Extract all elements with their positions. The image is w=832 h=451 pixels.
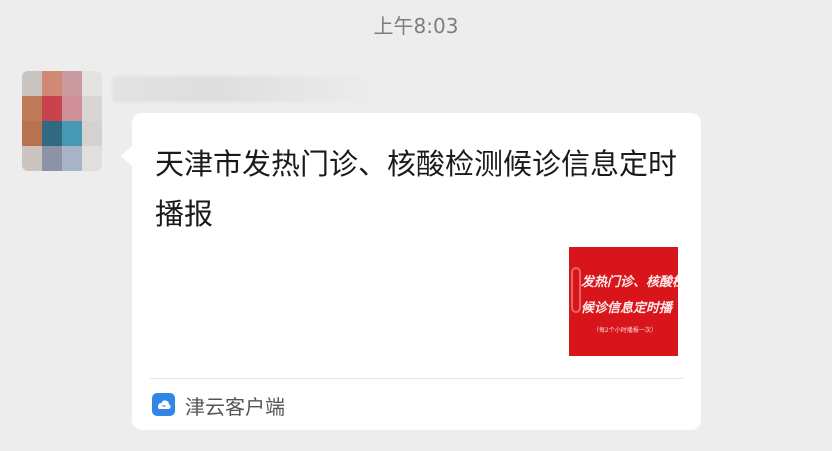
thermometer-icon <box>571 267 581 313</box>
card-divider <box>150 378 683 379</box>
avatar-pixel <box>82 146 102 171</box>
message-timestamp: 上午8:03 <box>373 14 459 38</box>
avatar-pixel <box>62 71 82 96</box>
avatar-pixel <box>22 96 42 121</box>
thumbnail-text-line2: 候诊信息定时播 <box>581 301 673 316</box>
avatar-pixel <box>62 146 82 171</box>
avatar-pixel <box>22 71 42 96</box>
avatar-pixel <box>42 96 62 121</box>
sender-name-blurred <box>112 76 374 102</box>
jinyun-app-icon <box>152 393 175 416</box>
link-card-thumbnail: 发热门诊、核酸检 候诊信息定时播 （每2个小时播报一次） <box>569 247 678 356</box>
avatar-pixel <box>22 146 42 171</box>
avatar-pixel <box>42 146 62 171</box>
avatar-pixel <box>42 71 62 96</box>
thumbnail-text-line1: 发热门诊、核酸检 <box>581 275 678 290</box>
avatar-pixel <box>62 96 82 121</box>
link-card-source-name: 津云客户端 <box>185 395 285 419</box>
link-card-title: 天津市发热门诊、核酸检测候诊信息定时播报 <box>155 147 678 231</box>
avatar-pixel <box>82 71 102 96</box>
avatar-pixel <box>82 96 102 121</box>
sender-avatar[interactable] <box>22 71 102 171</box>
thumbnail-text-line3: （每2个小时播报一次） <box>593 327 657 334</box>
avatar-pixel <box>42 121 62 146</box>
link-card-message[interactable]: 天津市发热门诊、核酸检测候诊信息定时播报 发热门诊、核酸检 候诊信息定时播 （每… <box>132 113 701 430</box>
avatar-pixel <box>82 121 102 146</box>
avatar-pixel <box>22 121 42 146</box>
avatar-pixel <box>62 121 82 146</box>
